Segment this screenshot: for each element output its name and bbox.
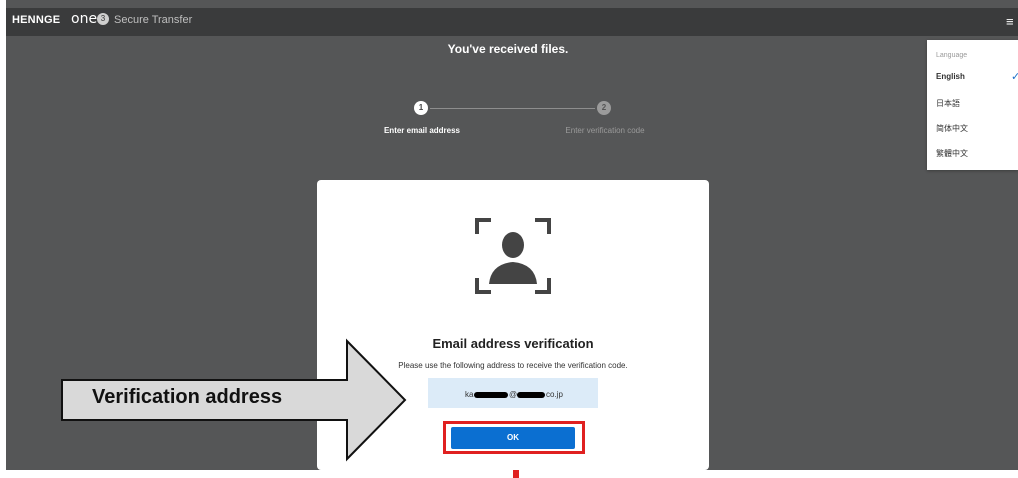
hamburger-menu-icon[interactable]: ≡ <box>1006 14 1014 29</box>
step-2-label: Enter verification code <box>565 126 645 135</box>
language-item-traditional-chinese[interactable]: 繁體中文 <box>936 148 968 159</box>
product-name: Secure Transfer <box>114 14 193 26</box>
step-1-indicator: 1 <box>414 101 428 115</box>
step-connector <box>430 108 595 109</box>
logo-mark-icon: 3 <box>97 13 109 25</box>
step-1-label: Enter email address <box>383 126 461 135</box>
user-verification-icon <box>475 218 551 294</box>
highlight-pointer <box>513 470 519 478</box>
check-icon: ✓ <box>1011 71 1018 83</box>
address-at: @ <box>509 390 518 399</box>
card-title: Email address verification <box>432 336 594 351</box>
left-margin <box>0 0 6 478</box>
address-domain: co.jp <box>546 390 563 399</box>
bottom-margin <box>0 470 1018 478</box>
language-item-english[interactable]: English <box>936 72 965 81</box>
language-item-japanese[interactable]: 日本語 <box>936 98 960 109</box>
address-prefix: ka <box>465 390 474 399</box>
step-2-indicator: 2 <box>597 101 611 115</box>
logo-one: one <box>71 11 98 27</box>
logo-text: HENNGE <box>12 14 61 26</box>
redaction-bar <box>474 392 508 398</box>
redaction-bar <box>517 392 545 398</box>
language-item-simplified-chinese[interactable]: 简体中文 <box>936 123 968 134</box>
page-title: You've received files. <box>447 42 569 56</box>
language-menu-header: Language <box>936 52 968 59</box>
ok-button[interactable]: OK <box>451 427 575 449</box>
annotation-label: Verification address <box>92 386 283 408</box>
card-description: Please use the following address to rece… <box>398 361 628 370</box>
